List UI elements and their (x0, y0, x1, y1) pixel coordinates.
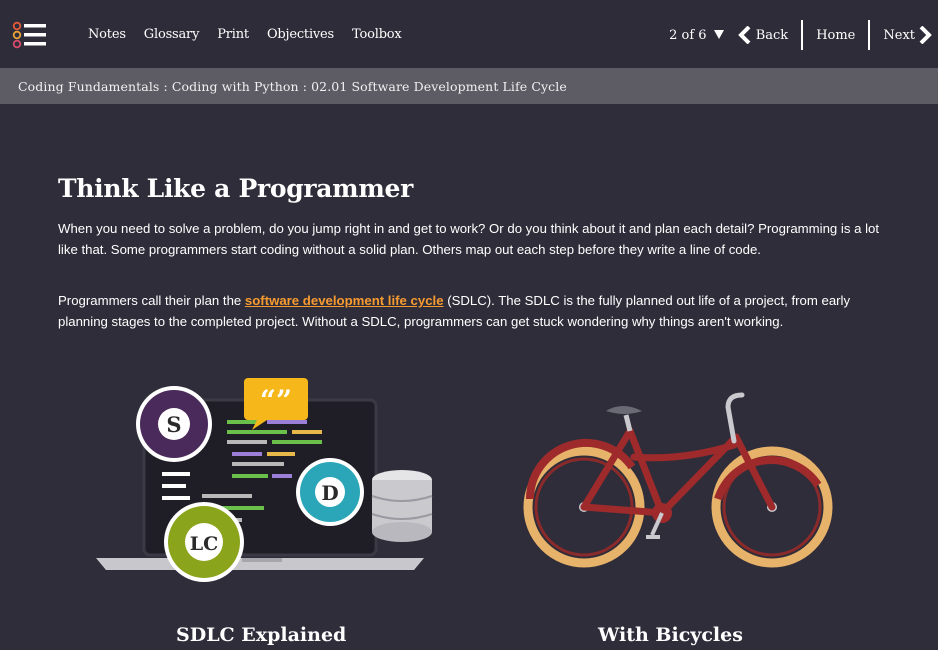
sdlc-illustration[interactable]: “” S D LC (92, 372, 442, 592)
breadcrumb-bar: Coding Fundamentals : Coding with Python… (0, 68, 938, 104)
chevron-right-icon (919, 26, 932, 44)
page-count-dropdown[interactable]: 2 of 6 (669, 28, 724, 43)
badge-s: S (136, 386, 212, 462)
breadcrumb: Coding Fundamentals : Coding with Python… (18, 79, 567, 94)
next-label: Next (883, 27, 915, 43)
bicycle-illustration[interactable] (522, 389, 842, 569)
badge-lc-label: LC (190, 533, 218, 555)
page-title: Think Like a Programmer (58, 174, 413, 203)
list-menu-icon[interactable] (12, 20, 50, 54)
svg-text:“”: “” (260, 384, 292, 417)
triangle-down-icon (713, 29, 724, 39)
intro-paragraph: When you need to solve a problem, do you… (58, 221, 880, 257)
nav-objectives[interactable]: Objectives (267, 27, 334, 42)
caption-with-bicycles: With Bicycles (598, 624, 743, 646)
main-nav: Notes Glossary Print Objectives Toolbox (88, 27, 420, 42)
home-label: Home (816, 27, 856, 43)
page-count-label: 2 of 6 (669, 27, 707, 43)
next-button[interactable]: Next (883, 26, 932, 44)
badge-d-label: D (321, 481, 338, 505)
page-navigation: 2 of 6 Back Home Next (669, 18, 938, 52)
nav-glossary[interactable]: Glossary (144, 27, 200, 42)
sdlc-paragraph: Programmers call their plan the software… (58, 290, 888, 332)
back-button[interactable]: Back (737, 26, 789, 44)
database-icon (371, 470, 433, 542)
caption-sdlc-explained: SDLC Explained (176, 624, 347, 646)
chevron-left-icon (737, 26, 751, 44)
nav-toolbox[interactable]: Toolbox (352, 27, 402, 42)
top-navigation-bar: Notes Glossary Print Objectives Toolbox … (0, 0, 938, 68)
lesson-content: Think Like a Programmer When you need to… (0, 104, 938, 650)
nav-print[interactable]: Print (217, 27, 249, 42)
divider (801, 20, 804, 50)
badge-d: D (296, 458, 364, 526)
home-button[interactable]: Home (816, 28, 855, 43)
bike-frame (580, 427, 776, 517)
bike-seat (606, 406, 642, 414)
sdlc-glossary-link[interactable]: software development life cycle (245, 293, 444, 308)
sdlc-text-before: Programmers call their plan the (58, 293, 245, 308)
badge-lc: LC (164, 502, 244, 582)
back-label: Back (755, 27, 789, 43)
nav-notes[interactable]: Notes (88, 27, 126, 42)
divider (868, 20, 871, 50)
badge-s-label: S (166, 412, 181, 437)
